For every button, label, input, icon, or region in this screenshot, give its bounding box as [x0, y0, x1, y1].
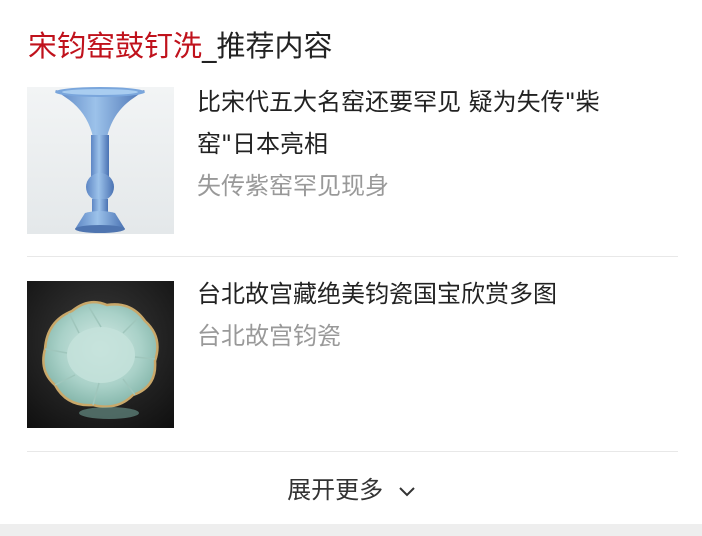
- celadon-bowl-image: [27, 281, 174, 428]
- item-source: 失传紫窑罕见现身: [197, 172, 389, 200]
- chevron-down-icon: [399, 469, 415, 509]
- header-subtitle: 推荐内容: [216, 29, 333, 63]
- recommend-item[interactable]: 比宋代五大名窑还要罕见 疑为失传"柴窑"日本亮相 失传紫窑罕见现身: [27, 87, 678, 234]
- recommend-item[interactable]: 台北故宫藏绝美钧瓷国宝欣赏多图 台北故宫钧瓷: [27, 280, 678, 428]
- item-title[interactable]: 台北故宫藏绝美钧瓷国宝欣赏多图: [197, 273, 657, 315]
- blue-vase-image: [27, 87, 174, 234]
- item-source: 台北故宫钧瓷: [197, 322, 341, 350]
- recommendation-panel: 宋钧窑鼓钉洗_推荐内容 比宋代五大名窑还要罕见 疑为失传"柴窑"日本亮相 失传紫…: [0, 0, 702, 536]
- expand-more-label: 展开更多: [287, 476, 384, 504]
- header-separator: _: [202, 29, 217, 63]
- header-keyword: 宋钧窑鼓钉洗: [28, 29, 203, 63]
- divider: [27, 451, 678, 452]
- item-title[interactable]: 比宋代五大名窑还要罕见 疑为失传"柴窑"日本亮相: [197, 81, 657, 165]
- item-text: 台北故宫藏绝美钧瓷国宝欣赏多图 台北故宫钧瓷: [197, 273, 657, 357]
- divider: [27, 256, 678, 257]
- thumbnail-blue-vase[interactable]: [27, 87, 174, 234]
- section-header: 宋钧窑鼓钉洗_推荐内容: [28, 26, 333, 66]
- expand-more-button[interactable]: 展开更多: [0, 470, 702, 510]
- bottom-separator-bar: [0, 524, 702, 536]
- thumbnail-celadon-bowl[interactable]: [27, 281, 174, 428]
- item-text: 比宋代五大名窑还要罕见 疑为失传"柴窑"日本亮相 失传紫窑罕见现身: [197, 81, 657, 207]
